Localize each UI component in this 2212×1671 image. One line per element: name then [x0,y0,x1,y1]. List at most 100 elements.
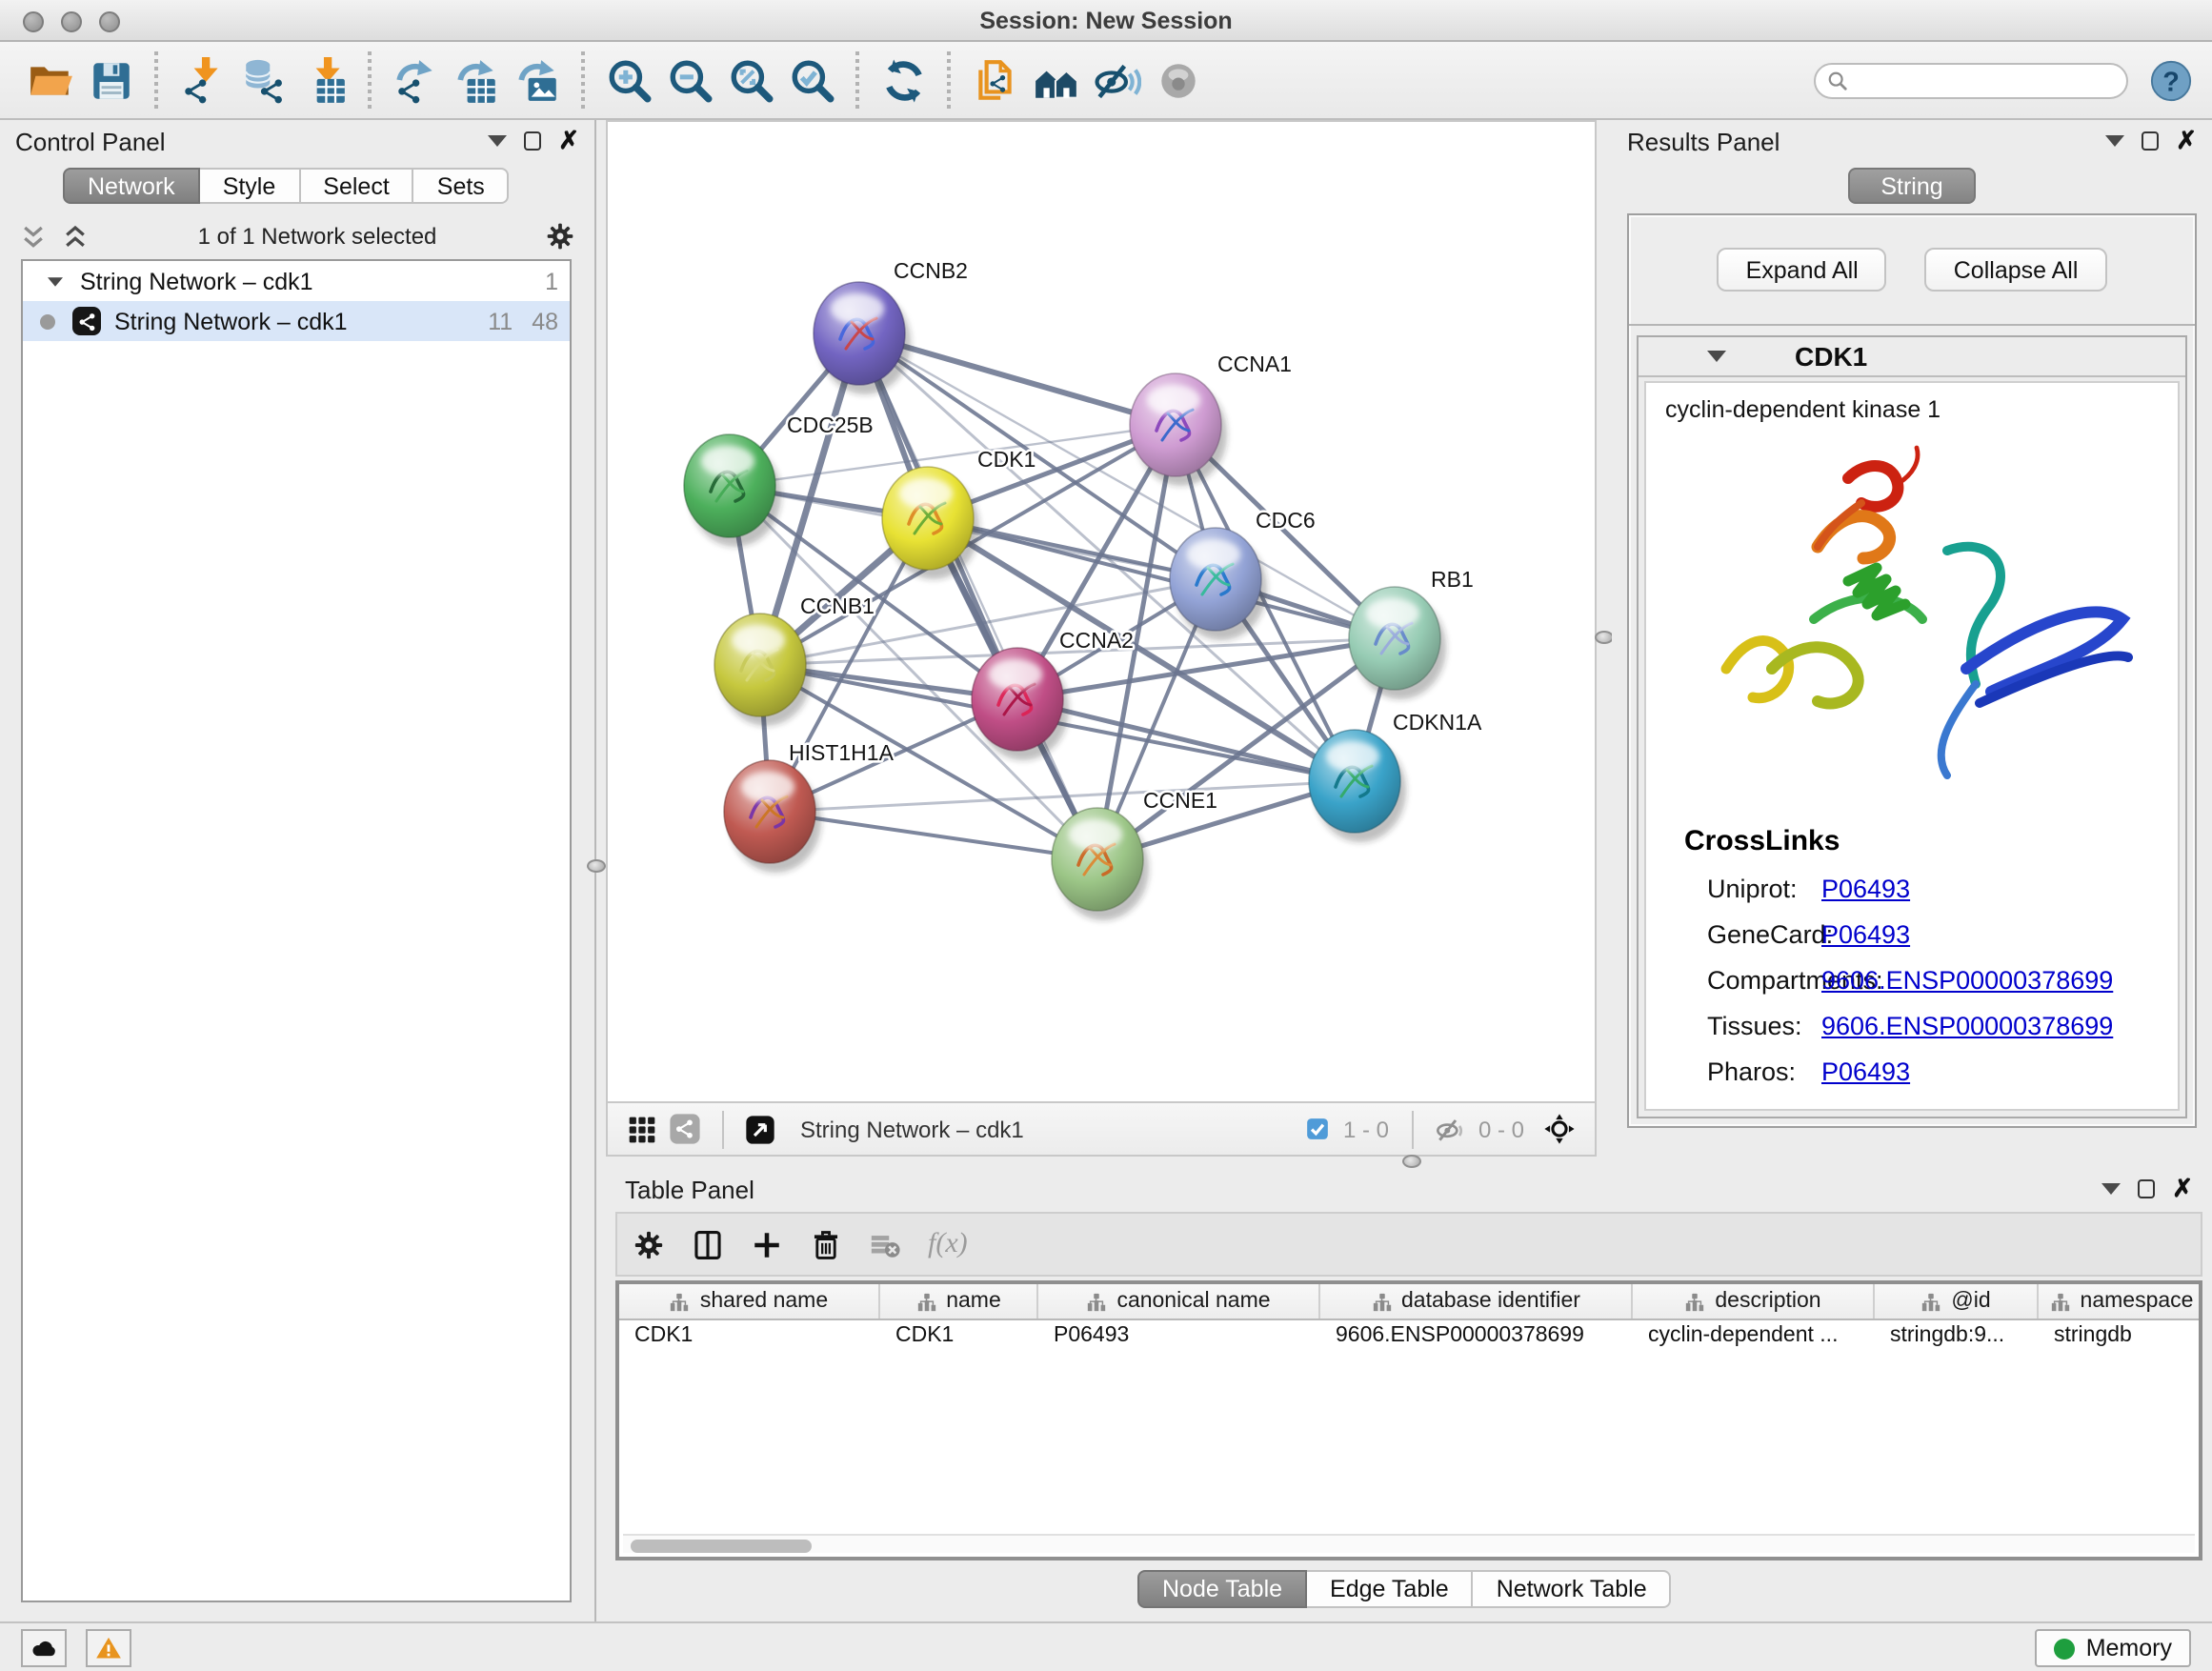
tab-network[interactable]: Network [63,168,200,204]
delete-column-icon[interactable] [810,1228,842,1260]
table-row[interactable]: CDK1CDK1P064939606.ENSP00000378699cyclin… [619,1320,2199,1357]
crosslink-link[interactable]: 9606.ENSP00000378699 [1821,966,2113,995]
table-settings-gear-icon[interactable] [633,1228,665,1260]
zoom-in-button[interactable] [598,48,659,112]
expand-all-icon[interactable] [61,222,90,251]
panel-menu-icon[interactable] [2101,1183,2121,1195]
tab-node-table[interactable]: Node Table [1137,1570,1307,1608]
network-options-gear-icon[interactable] [545,221,575,252]
import-network-file-button[interactable] [171,48,232,112]
close-panel-icon[interactable]: ✗ [2172,1179,2193,1198]
expand-all-button[interactable]: Expand All [1718,248,1887,292]
tab-select[interactable]: Select [300,168,414,204]
warnings-button[interactable] [86,1629,131,1667]
node-label-CDK1: CDK1 [977,447,1036,472]
preview-eye-button[interactable] [1147,48,1208,112]
tab-string[interactable]: String [1848,168,1975,204]
column-header--id[interactable]: @id [1875,1284,2039,1319]
crosslink-link[interactable]: P06493 [1821,875,1910,903]
column-header-namespace[interactable]: namespace [2039,1284,2202,1319]
network-collection-row[interactable]: String Network – cdk1 1 [23,261,570,301]
crosslink-link[interactable]: P06493 [1821,920,1910,949]
table-cell: CDK1 [619,1320,880,1357]
pan-crosshair-icon[interactable] [1543,1113,1576,1145]
collapse-all-button[interactable]: Collapse All [1925,248,2107,292]
horizontal-scrollbar[interactable] [623,1534,2195,1553]
hide-unhide-button[interactable] [1086,48,1147,112]
attribute-column-icon [1371,1291,1392,1312]
tab-edge-table[interactable]: Edge Table [1307,1570,1474,1608]
panel-menu-icon[interactable] [2105,135,2124,147]
memory-button[interactable]: Memory [2035,1629,2191,1667]
search-input[interactable] [1856,67,2115,93]
import-table-button[interactable] [293,48,354,112]
node-CCNA1[interactable] [1130,373,1227,486]
cloud-button[interactable] [21,1629,67,1667]
column-header-shared-name[interactable]: shared name [619,1284,880,1319]
table-cell: CDK1 [880,1320,1038,1357]
zoom-selected-button[interactable] [781,48,842,112]
node-CCNA2[interactable] [972,648,1069,760]
panel-menu-icon[interactable] [488,135,507,147]
splitter-knob[interactable] [587,859,606,873]
crosslink-label: Uniprot: [1646,875,1821,903]
first-neighbors-button[interactable] [1025,48,1086,112]
node-CDC6[interactable] [1170,528,1267,640]
node-CDC25B[interactable] [684,434,781,547]
column-header-canonical-name[interactable]: canonical name [1038,1284,1320,1319]
birds-eye-view-icon[interactable] [627,1114,657,1144]
collapse-all-icon[interactable] [19,222,48,251]
network-row[interactable]: String Network – cdk1 11 48 [23,301,570,341]
preview-eye-icon [1154,56,1201,104]
network-canvas[interactable]: CCNB2CCNA1CDC25BCDK1CDC6RB1CCNB1CCNA2CDK… [606,120,1597,1103]
splitter-knob[interactable] [1402,1155,1421,1168]
tab-network-table[interactable]: Network Table [1474,1570,1672,1608]
crosslink-link[interactable]: P06493 [1821,1057,1910,1086]
scrollbar-thumb[interactable] [631,1539,812,1552]
clone-network-button[interactable] [964,48,1025,112]
add-column-icon[interactable] [751,1228,783,1260]
open-file-button[interactable] [19,48,80,112]
tab-sets[interactable]: Sets [414,168,510,204]
float-panel-icon[interactable] [2138,1179,2155,1198]
splitter-knob[interactable] [1595,631,1614,644]
float-panel-icon[interactable] [2142,131,2159,151]
node-CDK1[interactable] [882,467,979,579]
zoom-fit-button[interactable] [720,48,781,112]
cloud-icon [30,1635,57,1661]
column-header-database-identifier[interactable]: database identifier [1320,1284,1633,1319]
export-table-button[interactable] [446,48,507,112]
detach-view-icon[interactable] [745,1114,775,1144]
float-panel-icon[interactable] [524,131,541,151]
zoom-out-button[interactable] [659,48,720,112]
node-RB1[interactable] [1349,587,1446,699]
export-network-button[interactable] [385,48,446,112]
toolbar-separator [154,51,158,109]
edge-CCNB2-CCNE1[interactable] [859,333,1097,859]
crosslink-link[interactable]: 9606.ENSP00000378699 [1821,1012,2113,1040]
refresh-button[interactable] [873,48,934,112]
search-box[interactable] [1814,62,2128,98]
selected-checkbox-icon[interactable] [1305,1117,1330,1141]
gene-section-header[interactable]: CDK1 [1639,337,2185,377]
collapse-gene-icon[interactable] [1707,351,1726,362]
close-panel-icon[interactable]: ✗ [558,131,579,151]
column-header-name[interactable]: name [880,1284,1038,1319]
show-columns-icon[interactable] [692,1228,724,1260]
crosslink-label: Compartments: [1646,966,1821,995]
export-image-button[interactable] [507,48,568,112]
collection-expand-icon[interactable] [48,276,63,286]
warning-icon [95,1635,122,1661]
import-network-database-button[interactable] [232,48,293,112]
help-button[interactable] [2149,58,2193,102]
column-header-description[interactable]: description [1633,1284,1875,1319]
node-CDKN1A[interactable] [1309,730,1406,842]
tab-style[interactable]: Style [200,168,301,204]
close-panel-icon[interactable]: ✗ [2176,131,2197,151]
save-session-button[interactable] [80,48,141,112]
network-tree: String Network – cdk1 1 String Network –… [21,259,572,1602]
node-CCNB2[interactable] [814,282,911,394]
node-CCNE1[interactable] [1052,808,1149,920]
node-HIST1H1A[interactable] [724,760,821,873]
hidden-eye-icon[interactable] [1435,1114,1465,1144]
